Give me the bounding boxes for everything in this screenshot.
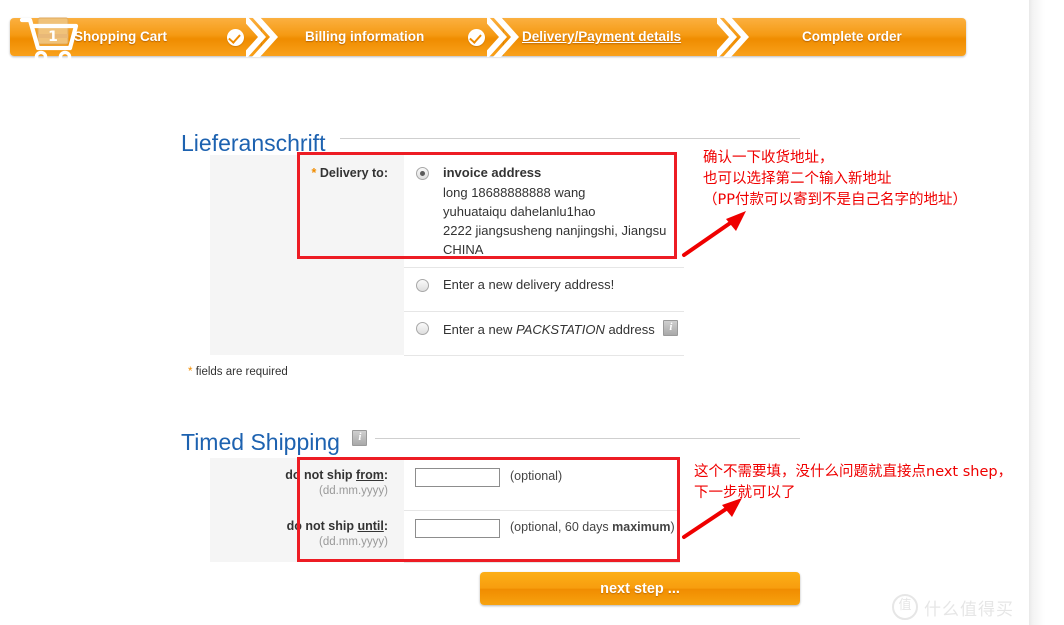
- required-fields-note: * fields are required: [188, 366, 288, 378]
- delivery-heading-rule: [340, 138, 800, 139]
- info-icon-packstation[interactable]: [663, 320, 679, 336]
- do-not-ship-until-label: do not ship until:: [210, 519, 388, 533]
- site-watermark: 值 什么值得买: [892, 594, 1014, 620]
- hint-until-bold: maximum: [612, 520, 671, 534]
- delivery-to-label: * Delivery to:: [210, 166, 388, 180]
- timed-shipping-heading-text: Timed Shipping: [181, 429, 340, 456]
- delivery-row-divider-3: [404, 355, 684, 356]
- annotation-1-line-2: 也可以选择第二个输入新地址: [703, 171, 892, 187]
- do-not-ship-from-hint: (optional): [510, 469, 562, 483]
- do-not-ship-until-prefix: do not ship: [286, 519, 358, 533]
- address-line-3: 2222 jiangsusheng nanjingshi, Jiangsu: [443, 223, 667, 238]
- watermark-text: 什么值得买: [924, 599, 1014, 620]
- required-note-star: *: [188, 366, 193, 378]
- option-label-new-packstation-address[interactable]: Enter a new PACKSTATION address: [443, 320, 679, 337]
- timed-shipping-heading-rule: [375, 438, 800, 439]
- info-icon-timed-shipping[interactable]: [352, 430, 368, 447]
- hint-until-post: ): [670, 520, 675, 534]
- option-label-invoice-address[interactable]: invoice address: [443, 165, 541, 180]
- delivery-label-column: [210, 155, 404, 355]
- timed-row-divider-2: [404, 562, 680, 563]
- step-label-2: Billing information: [305, 29, 425, 44]
- step-check-icon-2: [468, 29, 485, 46]
- do-not-ship-from-prefix: do not ship: [285, 468, 357, 482]
- do-not-ship-until-input[interactable]: [415, 519, 500, 538]
- step-label-4: Complete order: [802, 29, 902, 44]
- delivery-form: * Delivery to: invoice address long 1868…: [210, 155, 684, 356]
- option-label-new-delivery-address[interactable]: Enter a new delivery address!: [443, 277, 614, 292]
- step-check-icon-1: [227, 29, 244, 46]
- hint-until-pre: (optional, 60 days: [510, 520, 613, 534]
- timed-shipping-form: do not ship from: (dd.mm.yyyy) (optional…: [210, 458, 680, 563]
- delivery-row-divider-1: [404, 267, 684, 268]
- timed-shipping-heading: Timed Shipping: [181, 429, 368, 456]
- annotation-delivery-address: 确认一下收货地址， 也可以选择第二个输入新地址 （PP付款可以寄到不是自己名字的…: [703, 148, 967, 211]
- annotation-1-line-1: 确认一下收货地址，: [703, 150, 834, 166]
- watermark-logo: 值: [892, 594, 918, 620]
- annotation-2-line-1: 这个不需要填，没什么问题就直接点next shep，: [694, 464, 1013, 480]
- delivery-row-divider-2: [404, 311, 684, 312]
- do-not-ship-until-colon: :: [383, 519, 388, 533]
- step-complete-order[interactable]: Complete order: [730, 18, 966, 56]
- annotation-arrow-2: [680, 495, 760, 550]
- do-not-ship-until-keyword: until: [357, 519, 384, 533]
- do-not-ship-until-hint: (optional, 60 days maximum): [510, 520, 675, 534]
- next-step-button[interactable]: next step ...: [480, 572, 800, 605]
- required-note-text: fields are required: [195, 366, 288, 378]
- do-not-ship-from-keyword: from: [356, 468, 384, 482]
- step-label-3: Delivery/Payment details: [522, 29, 682, 44]
- do-not-ship-from-label: do not ship from:: [210, 468, 388, 482]
- checkout-step-bar: Shopping Cart Billing information Delive…: [10, 17, 966, 64]
- packstation-label-emphasis: PACKSTATION: [516, 322, 605, 337]
- radio-new-delivery-address[interactable]: [416, 279, 429, 292]
- required-star: *: [311, 166, 317, 180]
- shopping-cart-icon: 1: [18, 14, 88, 66]
- step-delivery-payment-details[interactable]: Delivery/Payment details: [504, 18, 730, 56]
- delivery-section-heading: Lieferanschrift: [181, 130, 326, 157]
- radio-invoice-address[interactable]: [416, 167, 429, 180]
- do-not-ship-from-format: (dd.mm.yyyy): [319, 485, 388, 497]
- packstation-label-pre: Enter a new: [443, 322, 516, 337]
- address-line-4: CHINA: [443, 242, 484, 257]
- packstation-label-post: address: [604, 322, 655, 337]
- hint-from-pre: (optional): [510, 469, 563, 483]
- do-not-ship-from-input[interactable]: [415, 468, 500, 487]
- cart-badge-count: 1: [48, 29, 58, 45]
- timed-row-divider-1: [404, 510, 680, 511]
- address-line-1: long 18688888888 wang: [443, 185, 586, 200]
- do-not-ship-until-format: (dd.mm.yyyy): [319, 536, 388, 548]
- address-line-2: yuhuataiqu dahelanlu1hao: [443, 204, 596, 219]
- annotation-arrow-1: [678, 205, 758, 265]
- page-canvas: Shopping Cart Billing information Delive…: [0, 0, 1029, 625]
- do-not-ship-from-colon: :: [383, 468, 388, 482]
- page-right-gutter: [1029, 0, 1064, 625]
- radio-new-packstation-address[interactable]: [416, 322, 429, 335]
- delivery-to-label-text: Delivery to:: [319, 166, 388, 180]
